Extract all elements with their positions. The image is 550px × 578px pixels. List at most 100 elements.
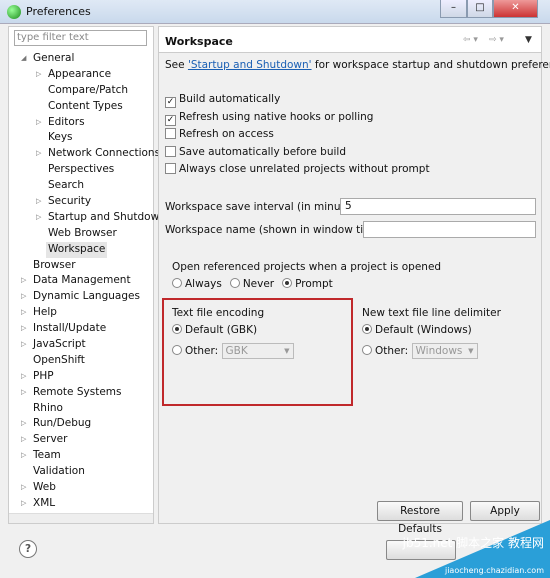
tree-item-remote-systems[interactable]: ▷ Remote Systems	[9, 385, 153, 401]
tree-item-run-debug[interactable]: ▷ Run/Debug	[9, 416, 153, 432]
intro-pre: See	[165, 59, 188, 71]
collapsed-arrow-icon[interactable]: ▷	[21, 305, 26, 321]
save-interval-input[interactable]: 5	[340, 198, 536, 215]
tree-item-workspace[interactable]: Workspace	[9, 241, 153, 258]
tree-item-label: Help	[33, 306, 57, 319]
collapsed-arrow-icon[interactable]: ▷	[21, 480, 26, 496]
collapsed-arrow-icon[interactable]: ▷	[21, 273, 26, 289]
tree-item-security[interactable]: ▷ Security	[9, 194, 153, 210]
tree-item-label: Server	[33, 433, 68, 446]
collapsed-arrow-icon[interactable]: ▷	[21, 289, 26, 305]
tree-item-label: Editors	[48, 115, 85, 128]
tree-item-general[interactable]: ◢ General	[9, 51, 153, 67]
tree-item-xml[interactable]: ▷ XML	[9, 496, 153, 512]
collapsed-arrow-icon[interactable]: ▷	[21, 337, 26, 353]
horizontal-scrollbar[interactable]	[9, 513, 153, 523]
tree-item-label: Perspectives	[48, 163, 115, 176]
back-icon[interactable]: ⇦ ▾	[463, 35, 478, 45]
tree-item-search[interactable]: Search	[9, 178, 153, 194]
tree-item-appearance[interactable]: ▷ Appearance	[9, 67, 153, 83]
collapsed-arrow-icon[interactable]: ▷	[21, 416, 26, 432]
collapsed-arrow-icon[interactable]: ▷	[21, 432, 26, 448]
tree-item-label: Keys	[48, 131, 73, 144]
tree-item-rhino[interactable]: Rhino	[9, 401, 153, 417]
collapsed-arrow-icon[interactable]: ▷	[21, 448, 26, 464]
tree-item-web-browser[interactable]: Web Browser	[9, 226, 153, 242]
radio-never[interactable]: Never	[229, 278, 275, 290]
delimiter-other-radio[interactable]: Other: Windows ▼	[362, 343, 478, 359]
tree-item-data-management[interactable]: ▷ Data Management	[9, 273, 153, 289]
close-button[interactable]: ✕	[493, 0, 538, 18]
radio-label: Never	[242, 278, 275, 290]
minimize-button[interactable]: –	[440, 0, 467, 18]
delimiter-dropdown[interactable]: Windows ▼	[411, 343, 478, 359]
tree-item-network-connections[interactable]: ▷ Network Connections	[9, 146, 160, 162]
radio-label: Other:	[375, 345, 409, 357]
tree-item-label: Web Browser	[48, 226, 117, 239]
tree-item-content-types[interactable]: Content Types	[9, 99, 153, 115]
radio-dot	[362, 324, 372, 334]
checkbox-label: Save automatically before build	[179, 145, 346, 158]
intro-text: See 'Startup and Shutdown' for workspace…	[165, 59, 550, 71]
tree-item-keys[interactable]: Keys	[9, 130, 153, 146]
collapsed-arrow-icon[interactable]: ▷	[21, 385, 26, 401]
checkbox-save-automatically-before-build[interactable]: Save automatically before build	[165, 145, 346, 158]
tree-item-javascript[interactable]: ▷ JavaScript	[9, 337, 153, 353]
tree-item-label: OpenShift	[33, 353, 85, 366]
tree-item-openshift[interactable]: OpenShift	[9, 353, 153, 369]
tree-item-team[interactable]: ▷ Team	[9, 448, 153, 464]
collapsed-arrow-icon[interactable]: ▷	[36, 194, 41, 210]
maximize-button[interactable]: □	[467, 0, 493, 18]
tree-item-label: Rhino	[33, 401, 63, 414]
view-menu-icon[interactable]: ▼	[525, 35, 532, 45]
radio-always[interactable]: Always	[172, 278, 222, 290]
help-icon[interactable]: ?	[19, 540, 37, 558]
checkbox-label: Always close unrelated projects without …	[179, 163, 430, 175]
apply-button[interactable]: Apply	[470, 501, 540, 521]
collapsed-arrow-icon[interactable]: ▷	[21, 321, 26, 337]
collapsed-arrow-icon[interactable]: ▷	[36, 210, 41, 226]
tree-item-label: Run/Debug	[33, 417, 92, 430]
tree-item-startup-and-shutdow[interactable]: ▷ Startup and Shutdow	[9, 210, 159, 226]
tree-item-compare-patch[interactable]: Compare/Patch	[9, 83, 153, 99]
tree-item-php[interactable]: ▷ PHP	[9, 369, 153, 385]
expanded-arrow-icon[interactable]: ◢	[21, 51, 26, 67]
checkbox-refresh-using-native-hooks-or-polling[interactable]: ✓ Refresh using native hooks or polling	[165, 111, 373, 126]
tree-item-label: Search	[48, 179, 85, 192]
workspace-name-input[interactable]	[363, 221, 536, 238]
tree-item-browser[interactable]: Browser	[9, 258, 153, 274]
radio-dot	[362, 345, 372, 355]
startup-shutdown-link[interactable]: 'Startup and Shutdown'	[188, 59, 312, 71]
checkbox-refresh-on-access[interactable]: Refresh on access	[165, 128, 274, 140]
collapsed-arrow-icon[interactable]: ▷	[36, 67, 41, 83]
collapsed-arrow-icon[interactable]: ▷	[21, 496, 26, 512]
checkbox-always-close-unrelated-projects-without-prompt[interactable]: Always close unrelated projects without …	[165, 163, 430, 175]
forward-icon[interactable]: ⇨ ▾	[489, 35, 504, 45]
tree-item-label: PHP	[33, 369, 54, 382]
tree-item-install-update[interactable]: ▷ Install/Update	[9, 321, 153, 337]
open-projects-label: Open referenced projects when a project …	[172, 261, 442, 273]
delimiter-default-radio[interactable]: Default (Windows)	[362, 324, 472, 336]
tree-item-dynamic-languages[interactable]: ▷ Dynamic Languages	[9, 289, 153, 305]
radio-label: Prompt	[295, 278, 333, 290]
collapsed-arrow-icon[interactable]: ▷	[21, 369, 26, 385]
tree-item-help[interactable]: ▷ Help	[9, 305, 153, 321]
radio-prompt[interactable]: Prompt	[282, 278, 333, 290]
tree-item-editors[interactable]: ▷ Editors	[9, 115, 153, 131]
tree-item-validation[interactable]: Validation	[9, 464, 153, 480]
checkbox-box	[165, 145, 176, 157]
checkbox-label: Build automatically	[179, 93, 281, 105]
save-interval-label: Workspace save interval (in minutes):	[165, 201, 365, 213]
tree-item-perspectives[interactable]: Perspectives	[9, 162, 153, 178]
preferences-tree: ◢ General ▷ Appearance Compare/Patch Content …	[9, 51, 160, 512]
intro-post: for workspace startup and shutdown prefe…	[314, 59, 550, 71]
tree-item-server[interactable]: ▷ Server	[9, 432, 153, 448]
checkbox-build-automatically[interactable]: ✓ Build automatically	[165, 93, 280, 108]
collapsed-arrow-icon[interactable]: ▷	[36, 146, 41, 162]
collapsed-arrow-icon[interactable]: ▷	[36, 115, 41, 131]
restore-defaults-button[interactable]: Restore Defaults	[377, 501, 463, 535]
highlight-box	[162, 298, 353, 406]
tree-item-web[interactable]: ▷ Web	[9, 480, 153, 496]
filter-input[interactable]: type filter text	[14, 30, 147, 46]
tree-item-label: JavaScript	[33, 338, 86, 351]
